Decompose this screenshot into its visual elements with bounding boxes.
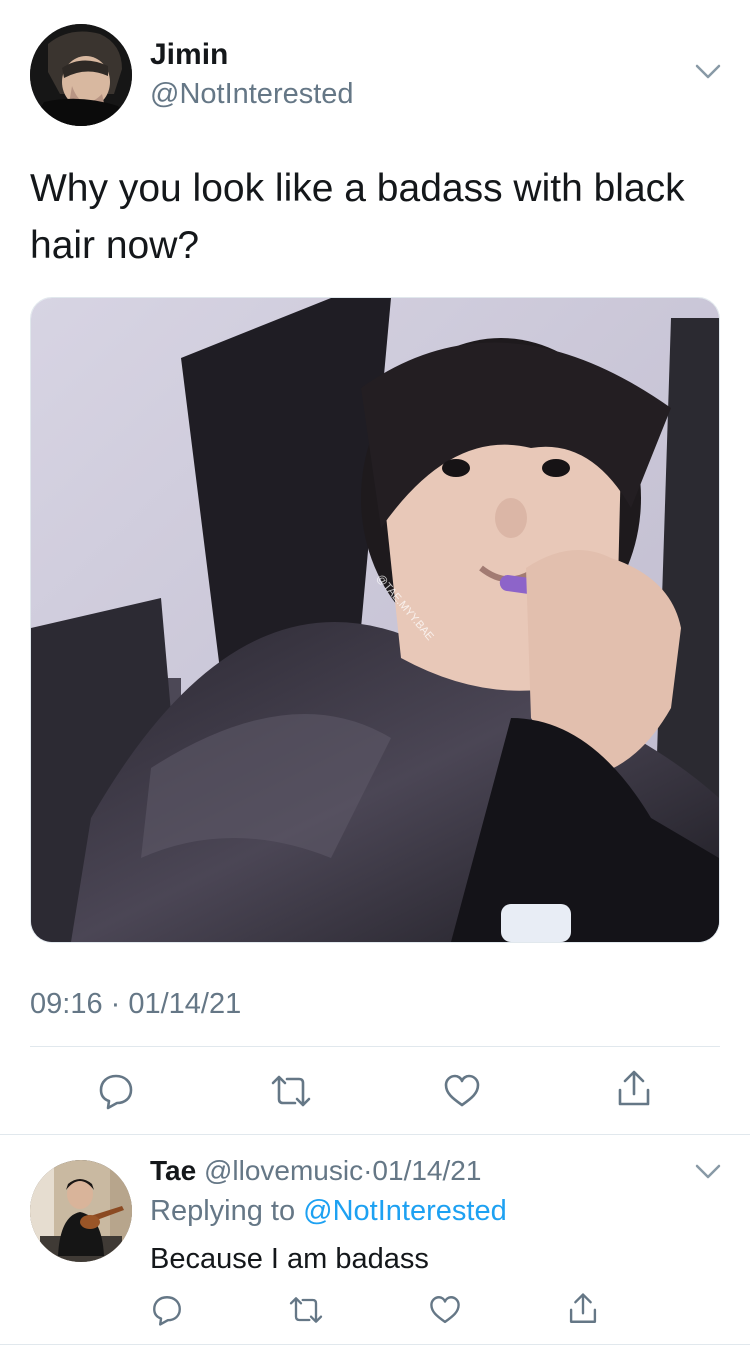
replying-to-label: Replying to bbox=[150, 1195, 296, 1227]
retweet-icon[interactable] bbox=[267, 1071, 315, 1111]
reply-author-avatar[interactable] bbox=[30, 1160, 132, 1262]
reply-text: Because I am badass bbox=[150, 1243, 429, 1275]
chevron-down-icon[interactable] bbox=[694, 62, 722, 82]
tweet-text: Why you look like a badass with black ha… bbox=[30, 167, 685, 267]
reply-avatar-image bbox=[30, 1160, 132, 1262]
avatar-image bbox=[30, 24, 132, 126]
photo-image: @TAE.MYY.BAE bbox=[31, 298, 719, 942]
author-handle[interactable]: @NotInterested bbox=[150, 78, 354, 111]
reply-header: Tae @llovemusic·01/14/21 bbox=[150, 1155, 481, 1187]
reply-author-handle[interactable]: @llovemusic bbox=[204, 1155, 363, 1186]
tweet-timestamp: 09:16 · 01/14/21 bbox=[30, 988, 242, 1020]
reply-chevron-down-icon[interactable] bbox=[694, 1162, 722, 1182]
tweet-photo[interactable]: @TAE.MYY.BAE bbox=[30, 297, 720, 943]
section-divider bbox=[0, 1134, 750, 1135]
replying-to-handle[interactable]: @NotInterested bbox=[303, 1195, 507, 1227]
reply-date[interactable]: 01/14/21 bbox=[372, 1155, 481, 1186]
reply-share-icon[interactable] bbox=[566, 1291, 600, 1327]
bottom-divider bbox=[0, 1344, 750, 1345]
replying-to: Replying to @NotInterested bbox=[150, 1195, 507, 1228]
share-icon[interactable] bbox=[614, 1068, 654, 1110]
reply-like-icon[interactable] bbox=[428, 1293, 462, 1327]
reply-author-name[interactable]: Tae bbox=[150, 1155, 196, 1186]
reply-reply-icon[interactable] bbox=[150, 1293, 184, 1327]
reply-retweet-icon[interactable] bbox=[286, 1293, 326, 1327]
author-avatar[interactable] bbox=[30, 24, 132, 126]
like-icon[interactable] bbox=[442, 1071, 482, 1111]
divider bbox=[30, 1046, 720, 1047]
author-name[interactable]: Jimin bbox=[150, 38, 228, 72]
reply-icon[interactable] bbox=[96, 1071, 136, 1111]
